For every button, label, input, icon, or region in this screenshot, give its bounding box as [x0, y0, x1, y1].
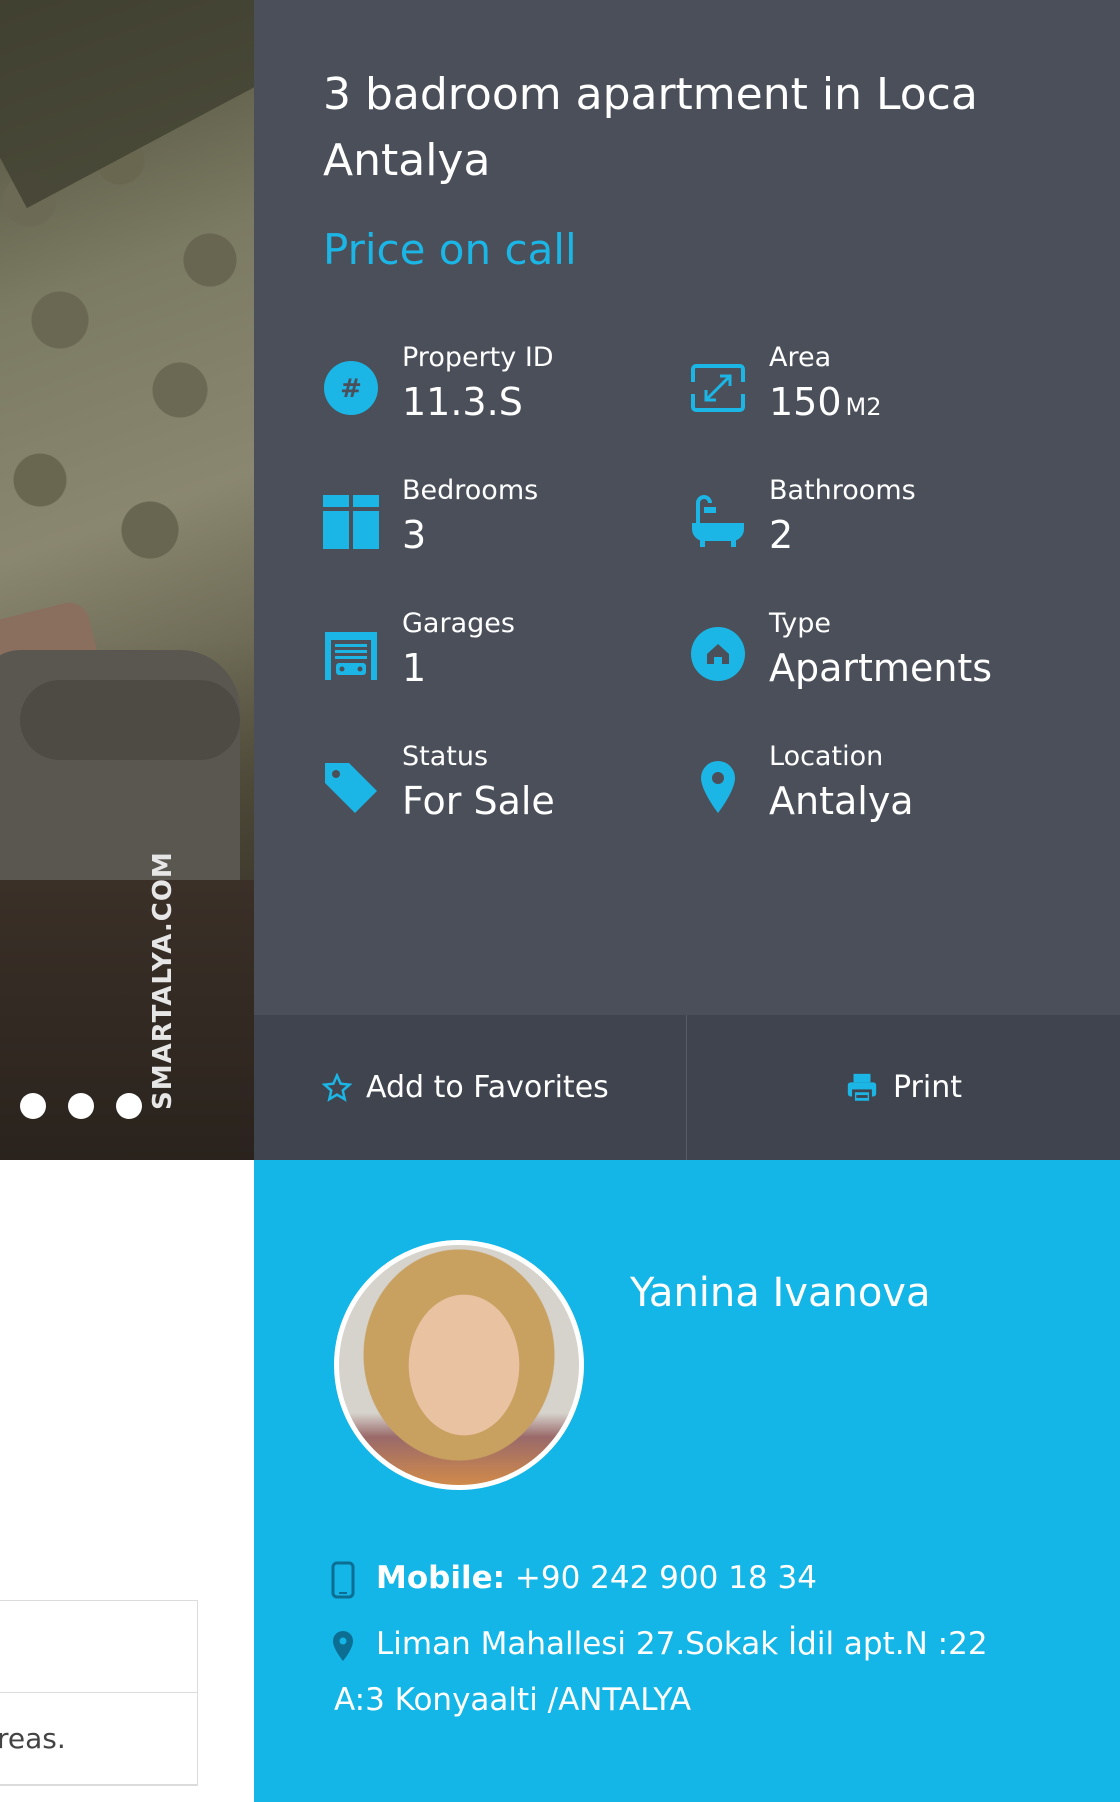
- feature-area: Area 150 M2: [690, 340, 1010, 440]
- print-label: Print: [892, 1070, 962, 1105]
- feature-value: Apartments: [769, 646, 993, 690]
- bathtub-icon: [692, 495, 744, 547]
- feature-bathrooms: Bathrooms 2: [690, 473, 1010, 573]
- mobile-label: Mobile:: [376, 1560, 506, 1596]
- star-icon: [322, 1072, 352, 1102]
- feature-label: Property ID: [402, 342, 554, 373]
- feature-label: Area: [769, 342, 832, 373]
- feature-status: Status For Sale: [323, 739, 643, 839]
- table-row: reas.: [0, 1693, 197, 1785]
- agent-address-line2: A:3 Konyaalti /ANTALYA: [334, 1682, 692, 1718]
- home-icon: [691, 627, 745, 681]
- feature-location: Location Antalya: [690, 739, 1010, 839]
- area-unit: M2: [845, 393, 882, 421]
- property-info-panel: 3 badroom apartment in Loca Antalya Pric…: [254, 0, 1120, 1015]
- garage-icon: [325, 632, 377, 680]
- gallery-dot[interactable]: [20, 1093, 46, 1119]
- feature-label: Type: [769, 608, 832, 639]
- feature-value: 11.3.S: [402, 380, 523, 424]
- feature-garages: Garages 1: [323, 606, 643, 706]
- feature-bedrooms: Bedrooms 3: [323, 473, 643, 573]
- map-pin-icon: [333, 1630, 353, 1661]
- printer-icon: [847, 1073, 877, 1104]
- map-pin-icon: [701, 761, 735, 813]
- feature-label: Bedrooms: [402, 475, 539, 506]
- favorites-label: Add to Favorites: [366, 1070, 609, 1105]
- agent-avatar[interactable]: [334, 1240, 584, 1490]
- feature-label: Location: [769, 741, 884, 772]
- gallery-pagination: [20, 1093, 142, 1119]
- photo-staircase: [0, 0, 254, 209]
- add-to-favorites-button[interactable]: Add to Favorites: [254, 1015, 686, 1160]
- details-table: reas.: [0, 1600, 198, 1786]
- gallery-dot[interactable]: [68, 1093, 94, 1119]
- photo-watermark: SMARTALYA.COM: [148, 851, 178, 1110]
- agent-card: Yanina Ivanova Mobile: +90 242 900 18 34…: [254, 1160, 1120, 1802]
- property-title: 3 badroom apartment in Loca Antalya: [323, 69, 978, 186]
- address-line1: Liman Mahallesi 27.Sokak İdil apt.N :22: [376, 1626, 988, 1662]
- area-icon: [690, 364, 746, 412]
- property-photo[interactable]: SMARTALYA.COM: [0, 0, 254, 1160]
- feature-value: 150 M2: [769, 380, 882, 424]
- svg-text:#: #: [340, 374, 362, 404]
- feature-value: 1: [402, 646, 427, 690]
- gallery-dot[interactable]: [116, 1093, 142, 1119]
- area-value: 150: [769, 380, 842, 424]
- mobile-number[interactable]: +90 242 900 18 34: [515, 1560, 817, 1596]
- feature-label: Garages: [402, 608, 515, 639]
- feature-value: Antalya: [769, 779, 914, 823]
- feature-value: 3: [402, 513, 427, 557]
- mobile-phone-icon: [331, 1561, 355, 1598]
- photo-sofa-back: [20, 680, 240, 760]
- table-row: [0, 1601, 197, 1693]
- print-button[interactable]: Print: [687, 1015, 1120, 1160]
- feature-value: 2: [769, 513, 794, 557]
- feature-property-id: # Property ID 11.3.S: [323, 340, 643, 440]
- agent-address-line1: Liman Mahallesi 27.Sokak İdil apt.N :22: [330, 1626, 988, 1663]
- feature-label: Status: [402, 741, 489, 772]
- hash-icon: #: [324, 361, 378, 415]
- agent-mobile: Mobile: +90 242 900 18 34: [330, 1560, 817, 1599]
- property-price: Price on call: [323, 225, 577, 274]
- feature-type: Type Apartments: [690, 606, 1010, 706]
- feature-label: Bathrooms: [769, 475, 916, 506]
- bedroom-icon: [323, 495, 379, 549]
- tag-icon: [325, 763, 377, 813]
- property-actions-bar: Add to Favorites Print: [254, 1015, 1120, 1160]
- feature-value: For Sale: [402, 779, 555, 823]
- agent-name[interactable]: Yanina Ivanova: [630, 1270, 930, 1316]
